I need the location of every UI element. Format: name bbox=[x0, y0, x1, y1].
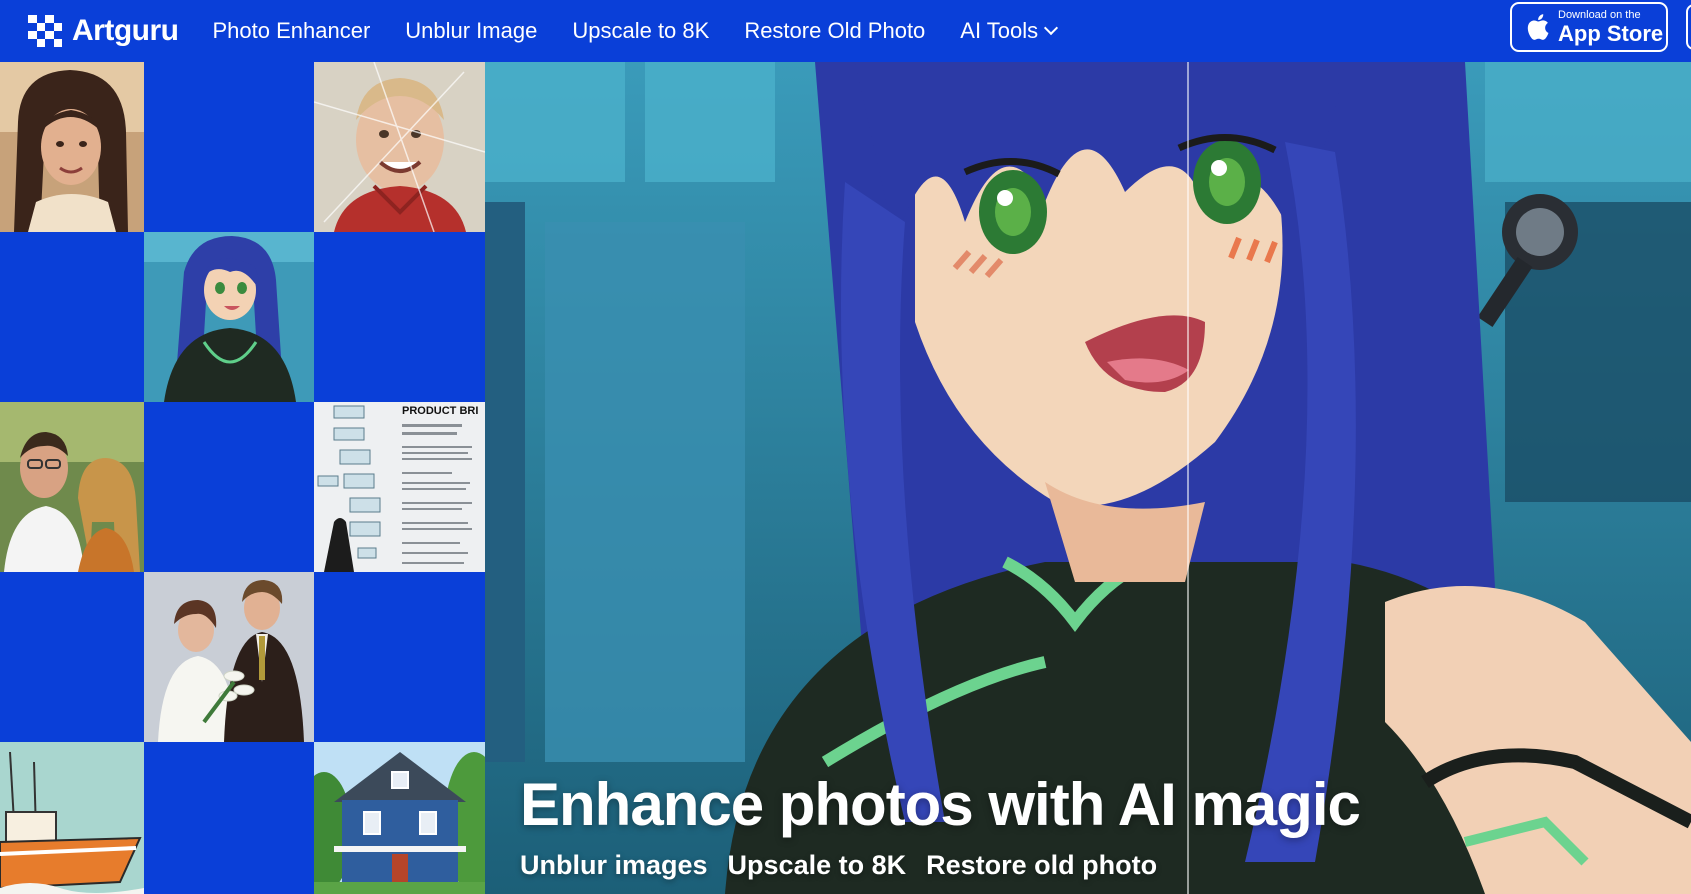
photo-gallery-grid: PRODUCT BRI bbox=[0, 62, 485, 894]
hero-link-restore[interactable]: Restore old photo bbox=[926, 850, 1157, 881]
document-title: PRODUCT BRI bbox=[402, 405, 478, 417]
hero-title: Enhance photos with AI magic bbox=[520, 771, 1361, 838]
gallery-blank-tile bbox=[144, 742, 314, 894]
main-nav: Photo Enhancer Unblur Image Upscale to 8… bbox=[212, 18, 1059, 44]
nav-unblur-image[interactable]: Unblur Image bbox=[405, 18, 537, 44]
old-boy-photo[interactable] bbox=[314, 62, 485, 232]
app-store-big-text: App Store bbox=[1558, 20, 1664, 46]
old-boy-image bbox=[314, 62, 485, 232]
gallery-blank-tile bbox=[314, 232, 485, 402]
gallery-blank-tile bbox=[314, 572, 485, 742]
portrait-woman-image bbox=[0, 62, 144, 232]
portrait-woman-photo[interactable] bbox=[0, 62, 144, 232]
gallery-blank-tile bbox=[144, 62, 314, 232]
gallery-blank-tile bbox=[144, 402, 314, 572]
nav-upscale-8k[interactable]: Upscale to 8K bbox=[572, 18, 709, 44]
chevron-down-icon bbox=[1044, 20, 1059, 36]
anime-girl-thumb[interactable] bbox=[144, 232, 314, 402]
app-store-small-text: Download on the bbox=[1558, 8, 1641, 21]
brand-name: Artguru bbox=[72, 14, 179, 47]
couple-image bbox=[0, 402, 144, 572]
hero-link-upscale[interactable]: Upscale to 8K bbox=[728, 850, 907, 881]
wedding-image bbox=[144, 572, 314, 742]
house-image bbox=[314, 742, 485, 894]
nav-ai-tools-label: AI Tools bbox=[960, 18, 1039, 43]
artguru-logo[interactable]: Artguru bbox=[28, 14, 179, 48]
gallery-blank-tile bbox=[0, 572, 144, 742]
gallery-blank-tile bbox=[0, 232, 144, 402]
top-navigation-bar: Artguru Photo Enhancer Unblur Image Upsc… bbox=[0, 0, 1691, 62]
document-image: PRODUCT BRI bbox=[314, 402, 485, 572]
document-photo[interactable]: PRODUCT BRI bbox=[314, 402, 485, 572]
wedding-photo[interactable] bbox=[144, 572, 314, 742]
boat-illustration[interactable] bbox=[0, 742, 144, 894]
app-store-text: Download on the App Store bbox=[1558, 8, 1664, 46]
hero-link-unblur[interactable]: Unblur images bbox=[520, 850, 708, 881]
hero-links: Unblur images Upscale to 8K Restore old … bbox=[520, 850, 1157, 881]
house-photo[interactable] bbox=[314, 742, 485, 894]
nav-photo-enhancer[interactable]: Photo Enhancer bbox=[212, 18, 370, 44]
couple-photo[interactable] bbox=[0, 402, 144, 572]
hero-comparison-image[interactable]: Enhance photos with AI magic Unblur imag… bbox=[485, 62, 1691, 894]
checkerboard-logo-icon bbox=[28, 15, 62, 47]
boat-image bbox=[0, 742, 144, 894]
app-store-button[interactable]: Download on the App Store bbox=[1510, 2, 1668, 52]
nav-restore-old-photo[interactable]: Restore Old Photo bbox=[744, 18, 925, 44]
secondary-store-button[interactable] bbox=[1686, 4, 1691, 50]
nav-ai-tools[interactable]: AI Tools bbox=[960, 18, 1059, 44]
apple-icon bbox=[1527, 14, 1549, 40]
anime-girl-thumb-image bbox=[144, 232, 314, 402]
